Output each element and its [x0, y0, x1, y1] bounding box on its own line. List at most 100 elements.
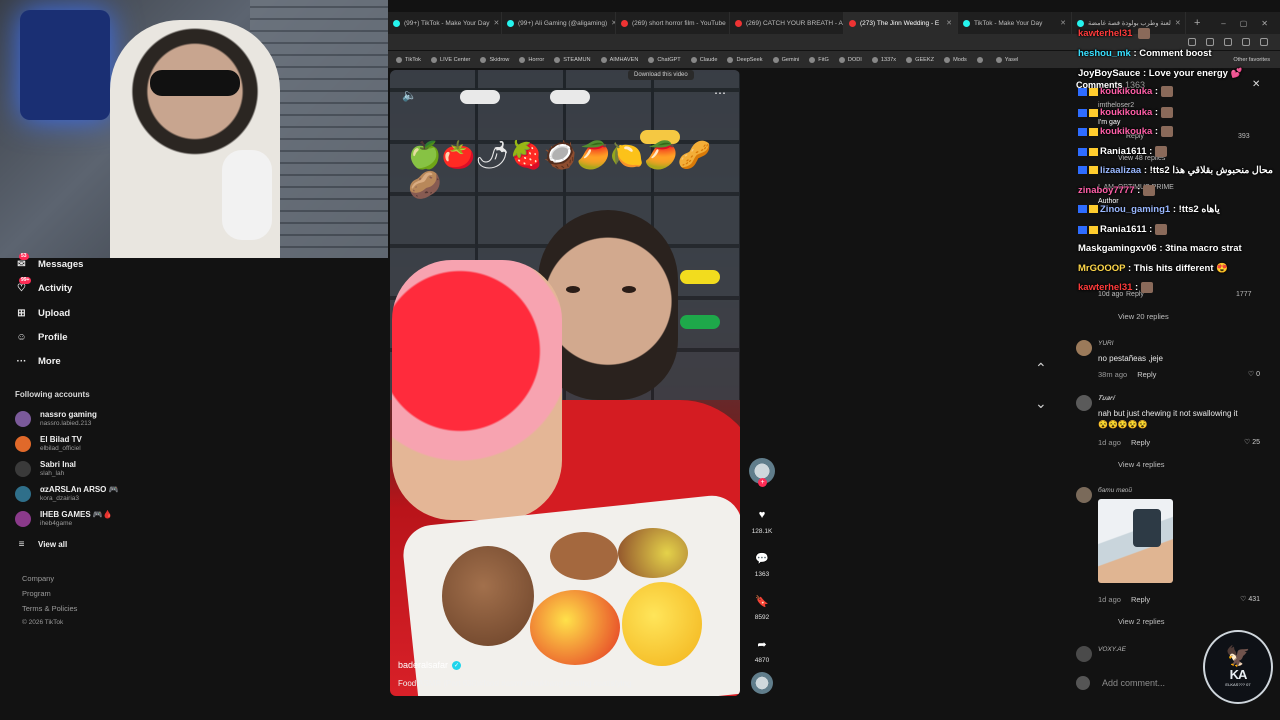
sidebar-item-more[interactable]: ··· More	[15, 355, 61, 368]
following-account[interactable]: Sabri Inal slah_lah	[15, 460, 76, 478]
bookmark-item[interactable]: GEEKZ	[906, 56, 934, 63]
other-favorites[interactable]: Other favorites	[1233, 57, 1280, 63]
bookmark-item[interactable]: LIVE Center	[430, 56, 470, 63]
bookmark-item[interactable]	[976, 56, 986, 63]
heart-icon[interactable]: ♡	[1248, 371, 1256, 378]
comment-username[interactable]: 𝑻𝒖𝒂𝒓𝒊	[1098, 395, 1114, 403]
extension-icon[interactable]	[1188, 38, 1196, 46]
like-button[interactable]: ♥ 128.1K	[746, 504, 778, 535]
avatar[interactable]: +	[749, 458, 775, 487]
avatar[interactable]	[1076, 340, 1092, 356]
music-disc[interactable]	[746, 672, 778, 694]
following-account[interactable]: αzARSLAn ARSO 🎮 kora_dzairia3	[15, 485, 119, 503]
bookmark-label: Gemini	[781, 56, 800, 63]
bookmark-item[interactable]: AIMHAVEN	[600, 56, 638, 63]
next-video-icon[interactable]: ⌄	[1035, 395, 1047, 412]
previous-video-icon[interactable]: ⌃	[1035, 360, 1047, 377]
bookmark-item[interactable]: Mods	[944, 56, 967, 63]
footer-link[interactable]: Terms & Policies	[22, 604, 77, 613]
footer-link[interactable]: Program	[22, 589, 51, 598]
new-tab-icon[interactable]: +	[1186, 17, 1208, 29]
profile-icon: ☺	[16, 331, 27, 343]
video-player[interactable]: 🍏🍅🌶🍓🥥🥭🍋🥭🥜🥔 🔈 ⋯ Download this video bader…	[390, 70, 740, 696]
menu-icon[interactable]	[1260, 38, 1268, 46]
sidebar-item-activity[interactable]: ♡ 99+ Activity	[15, 277, 72, 295]
bookmark-icon[interactable]: 🔖	[751, 590, 773, 612]
comment-image[interactable]	[1098, 499, 1173, 583]
comment-likes[interactable]: ♡ 25	[1244, 438, 1260, 446]
sidebar-item-profile[interactable]: ☺ Profile	[15, 331, 67, 344]
close-tab-icon[interactable]: ✕	[1175, 19, 1181, 27]
view-all-link[interactable]: ≡ View all	[15, 538, 68, 551]
close-tab-icon[interactable]: ✕	[493, 19, 499, 27]
save-button[interactable]: 🔖 8592	[746, 590, 778, 622]
share-icon[interactable]: ➦	[751, 633, 773, 655]
view-replies-link[interactable]: View 4 replies	[1118, 460, 1165, 469]
close-icon[interactable]: ✕	[1252, 79, 1260, 90]
bookmark-item[interactable]: Yasel	[995, 56, 1018, 63]
more-options-icon[interactable]: ⋯	[714, 86, 726, 100]
bookmark-item[interactable]: FitG	[809, 56, 829, 63]
avatar[interactable]	[1076, 487, 1092, 503]
reply-button[interactable]: Reply	[1137, 370, 1156, 379]
footer-link[interactable]: Company	[22, 574, 54, 583]
chat-badge-icon	[1078, 205, 1098, 214]
video-author[interactable]: baderalsafar ✓	[398, 660, 462, 670]
account-handle: iheb4game	[40, 520, 73, 527]
settings-icon[interactable]	[1224, 38, 1232, 46]
maximize-icon[interactable]: ▢	[1240, 19, 1248, 28]
creator-avatar[interactable]: +	[746, 458, 778, 487]
following-accounts-title: Following accounts	[15, 390, 90, 399]
follow-plus-icon[interactable]: +	[758, 478, 767, 487]
bookmark-item[interactable]: TikTok	[396, 56, 421, 63]
following-account[interactable]: El Bilad TV elbilad_officiel	[15, 435, 82, 453]
reply-button[interactable]: Reply	[1131, 438, 1150, 447]
bookmark-item[interactable]: Horror	[519, 56, 544, 63]
following-account[interactable]: IHEB GAMES 🎮🩸 iheb4game	[15, 510, 113, 528]
comment-username[interactable]: бати твой	[1098, 487, 1132, 494]
heart-icon[interactable]: ♡	[1244, 439, 1252, 446]
avatar[interactable]	[1076, 646, 1092, 662]
add-comment-input[interactable]: Add comment...	[1102, 678, 1165, 688]
profile-icon[interactable]	[1242, 38, 1250, 46]
sidebar-item-upload[interactable]: ⊞ Upload	[15, 307, 70, 320]
bookmark-item[interactable]: 1337x	[871, 56, 896, 63]
bookmark-item[interactable]: DODI	[838, 56, 862, 63]
bookmark-item[interactable]: ChatGPT	[648, 56, 681, 63]
download-button[interactable]: Download this video	[628, 70, 694, 80]
refresh-icon[interactable]	[1206, 38, 1214, 46]
comment-button[interactable]: 💬 1363	[746, 547, 778, 579]
sidebar-item-messages[interactable]: ✉ 53 Messages	[15, 253, 83, 271]
bookmark-item[interactable]: Skidrow	[480, 56, 509, 63]
browser-tab[interactable]: (269) CATCH YOUR BREATH - A✕	[730, 12, 844, 34]
bookmark-item[interactable]: Gemini	[772, 56, 800, 63]
chat-message: kawterhel31 :	[1078, 282, 1154, 293]
comment-username[interactable]: YURI	[1098, 340, 1114, 347]
browser-tab[interactable]: (99+) Ali Gaming (@aligaming)✕	[502, 12, 616, 34]
music-disc-icon[interactable]	[751, 672, 773, 694]
comment-likes[interactable]: ♡ 431	[1240, 595, 1260, 603]
view-replies-link[interactable]: View 20 replies	[1118, 312, 1169, 321]
comment-username[interactable]: VOXY.AE	[1098, 646, 1126, 653]
following-account[interactable]: nassro gaming nassro.labied.213	[15, 410, 97, 428]
browser-tab[interactable]: (273) The Jinn Wedding - E ✕	[844, 12, 958, 34]
browser-tab[interactable]: TikTok - Make Your Day ✕	[958, 12, 1072, 34]
comment-likes[interactable]: ♡ 0	[1248, 370, 1260, 378]
comment-icon[interactable]: 💬	[751, 547, 773, 569]
avatar[interactable]	[1076, 395, 1092, 411]
reply-button[interactable]: Reply	[1131, 595, 1150, 604]
author-name[interactable]: baderalsafar	[398, 660, 448, 670]
close-tab-icon[interactable]: ✕	[946, 19, 952, 27]
bookmark-item[interactable]: Claude	[690, 56, 717, 63]
heart-icon[interactable]: ♥	[751, 504, 773, 526]
browser-tab[interactable]: (99+) TikTok - Make Your Day ✕	[388, 12, 502, 34]
view-replies-link[interactable]: View 2 replies	[1118, 617, 1165, 626]
bookmark-item[interactable]: STEAMUN	[554, 56, 591, 63]
close-window-icon[interactable]: ✕	[1261, 19, 1268, 28]
share-button[interactable]: ➦ 4870	[746, 633, 778, 665]
bookmark-item[interactable]: DeepSeek	[727, 56, 763, 63]
close-tab-icon[interactable]: ✕	[1060, 19, 1066, 27]
minimize-icon[interactable]: –	[1221, 19, 1225, 28]
mute-icon[interactable]: 🔈	[402, 88, 417, 102]
browser-tab[interactable]: (269) short horror film - YouTube✕	[616, 12, 730, 34]
